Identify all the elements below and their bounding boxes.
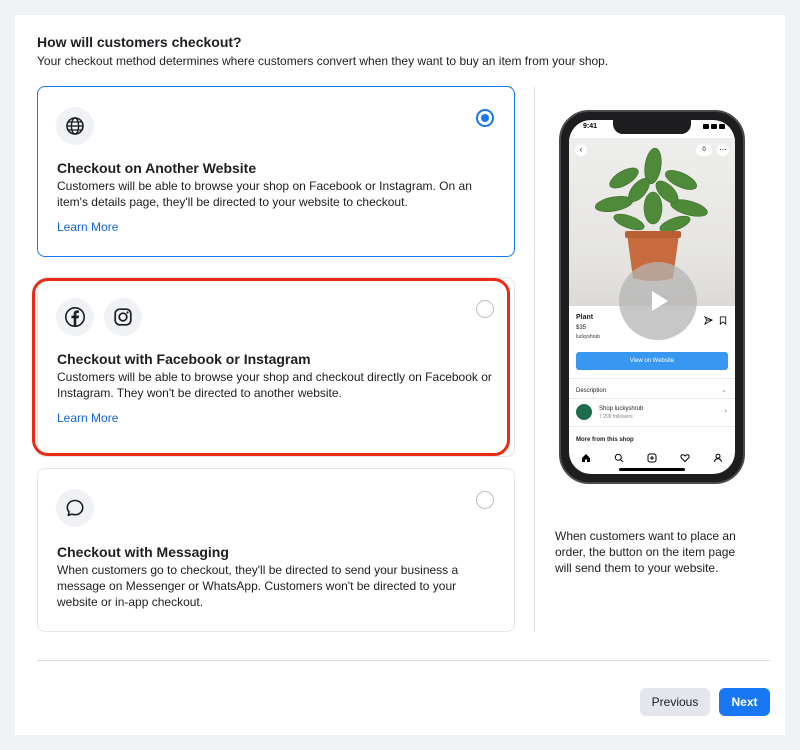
option-title: Checkout on Another Website bbox=[57, 160, 257, 176]
page-subtitle: Your checkout method determines where cu… bbox=[37, 54, 609, 68]
product-price: $35 bbox=[576, 325, 587, 331]
product-title: Plant bbox=[576, 314, 594, 321]
shop-avatar bbox=[576, 404, 592, 420]
preview-explanation: When customers want to place an order, t… bbox=[555, 529, 736, 575]
option-card-facebook-instagram[interactable]: Checkout with Facebook or Instagram Cust… bbox=[37, 277, 515, 457]
option-description: When customers go to checkout, they'll b… bbox=[57, 563, 459, 609]
next-button[interactable]: Next bbox=[719, 688, 770, 716]
profile-icon bbox=[714, 453, 723, 463]
facebook-icon bbox=[56, 298, 94, 336]
option-radio-facebook-instagram[interactable] bbox=[476, 300, 494, 318]
page-title: How will customers checkout? bbox=[37, 34, 242, 50]
phone-notch bbox=[613, 120, 691, 134]
option-description: Customers will be able to browse your sh… bbox=[57, 370, 492, 400]
message-icon bbox=[56, 489, 94, 527]
phone-screen: 9:41 ‹ 0 ⋯ Plant $35 luckyshrub View on … bbox=[569, 120, 735, 474]
option-card-another-website[interactable]: Checkout on Another Website Customers wi… bbox=[37, 86, 515, 257]
chevron-right-icon: › bbox=[724, 406, 727, 415]
previous-button[interactable]: Previous bbox=[640, 688, 710, 716]
option-title: Checkout with Facebook or Instagram bbox=[57, 351, 311, 367]
add-icon bbox=[647, 453, 657, 463]
more-from-shop-label: More from this shop bbox=[576, 437, 634, 443]
page-header: How will customers checkout? Your checko… bbox=[37, 33, 608, 69]
product-shop-handle: luckyshrub bbox=[576, 334, 600, 340]
checkout-setup-panel: How will customers checkout? Your checko… bbox=[15, 15, 785, 735]
shop-followers: 7,209 followers bbox=[599, 414, 633, 420]
vertical-divider bbox=[534, 87, 535, 632]
home-icon bbox=[581, 454, 590, 462]
share-icon bbox=[704, 316, 713, 325]
description-label: Description bbox=[576, 388, 607, 394]
phone-tab-bar bbox=[569, 450, 735, 466]
product-actions bbox=[704, 316, 727, 325]
option-radio-messaging[interactable] bbox=[476, 491, 494, 509]
bookmark-icon bbox=[719, 316, 727, 325]
status-time: 9:41 bbox=[583, 123, 598, 130]
search-icon bbox=[614, 453, 624, 463]
heart-icon bbox=[680, 454, 690, 463]
phone-preview: 9:41 ‹ 0 ⋯ Plant $35 luckyshrub View on … bbox=[559, 110, 745, 484]
option-title: Checkout with Messaging bbox=[57, 544, 229, 560]
home-indicator bbox=[619, 468, 685, 471]
option-description: Customers will be able to browse your sh… bbox=[57, 179, 472, 209]
chevron-down-icon: ⌄ bbox=[721, 387, 727, 394]
view-on-website-button: View on Website bbox=[576, 352, 728, 370]
learn-more-link[interactable]: Learn More bbox=[57, 411, 118, 425]
globe-icon bbox=[56, 107, 94, 145]
status-icons bbox=[703, 124, 725, 129]
footer-divider bbox=[37, 660, 770, 661]
learn-more-link[interactable]: Learn More bbox=[57, 220, 118, 234]
option-card-messaging[interactable]: Checkout with Messaging When customers g… bbox=[37, 468, 515, 632]
play-icon bbox=[619, 262, 697, 340]
option-radio-another-website[interactable] bbox=[476, 109, 494, 127]
shop-name: Shop luckyshrub bbox=[599, 406, 644, 412]
instagram-icon bbox=[104, 298, 142, 336]
